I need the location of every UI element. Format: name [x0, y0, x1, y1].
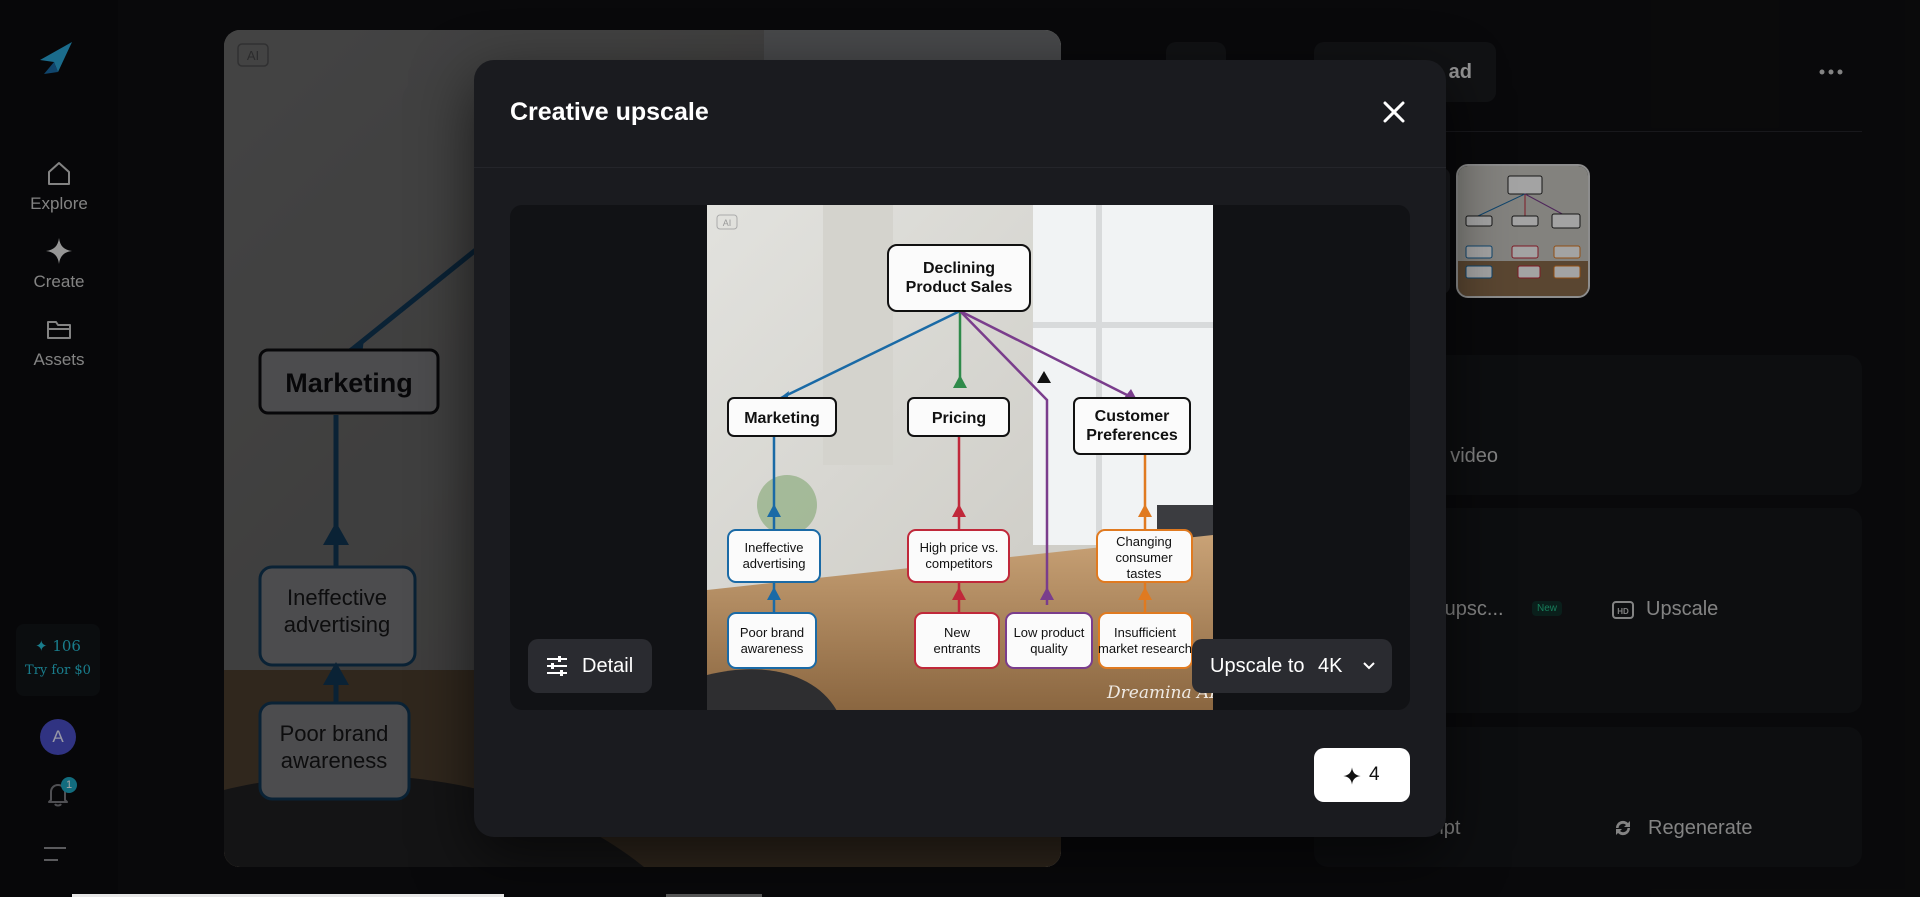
upscale-resolution-select[interactable]: Upscale to 4K [1192, 639, 1392, 693]
svg-text:Declining: Declining [923, 260, 995, 277]
svg-text:entrants: entrants [934, 641, 981, 656]
sparkle-icon [46, 238, 72, 264]
upscale-resolution-value: 4K [1318, 655, 1343, 677]
sparkle-icon [1343, 767, 1361, 785]
svg-text:New: New [944, 625, 971, 640]
preview-stage: AI Declining Product Sales Marketing Pri… [510, 205, 1410, 710]
svg-text:awareness: awareness [281, 748, 387, 773]
svg-text:Changing: Changing [1116, 534, 1172, 549]
credits-count: ✦ 106 [35, 637, 81, 655]
generate-button[interactable]: 4 [1314, 748, 1410, 802]
hd-icon: HD [1612, 601, 1634, 619]
svg-text:Poor brand: Poor brand [280, 721, 389, 746]
svg-text:High price vs.: High price vs. [920, 540, 999, 555]
svg-text:market research: market research [1098, 641, 1192, 656]
credits-panel[interactable]: ✦ 106 Try for $0 [16, 624, 100, 696]
close-icon[interactable] [1380, 98, 1408, 126]
svg-text:advertising: advertising [284, 612, 390, 637]
preview-ai-badge: AI [723, 218, 732, 228]
detail-button-label: Detail [582, 655, 634, 677]
preview-category-marketing: Marketing [744, 410, 820, 427]
dreamina-logo[interactable] [36, 38, 76, 78]
nav-assets-label: Assets [33, 350, 85, 369]
svg-text:HD: HD [1617, 607, 1629, 616]
regenerate-option[interactable]: Regenerate [1648, 817, 1753, 840]
svg-text:Ineffective: Ineffective [287, 585, 387, 610]
nav-assets[interactable]: Assets [19, 314, 99, 370]
svg-text:competitors: competitors [925, 556, 993, 571]
svg-text:tastes: tastes [1127, 566, 1162, 581]
home-icon [48, 162, 70, 185]
svg-text:advertising: advertising [743, 556, 806, 571]
credits-count-value: 106 [52, 637, 81, 655]
chevron-down-icon [1363, 662, 1375, 670]
svg-text:quality: quality [1030, 641, 1068, 656]
svg-text:Ineffective: Ineffective [744, 540, 803, 555]
nav-create[interactable]: Create [19, 236, 99, 292]
left-sidebar: Explore Create Assets ✦ 106 Try for $0 A… [0, 0, 118, 897]
preview-image: AI Declining Product Sales Marketing Pri… [707, 205, 1213, 710]
nav-create-label: Create [33, 272, 85, 291]
avatar[interactable]: A [40, 719, 76, 755]
generate-cost: 4 [1369, 764, 1380, 785]
modal-divider [474, 167, 1446, 168]
svg-text:Low product: Low product [1014, 625, 1085, 640]
bg-node-marketing: Marketing [285, 368, 413, 398]
detail-button[interactable]: Detail [528, 639, 652, 693]
thumbnail-diagram [1458, 166, 1588, 296]
notification-badge: 1 [61, 777, 77, 793]
svg-text:Product Sales: Product Sales [906, 279, 1013, 296]
sliders-icon [547, 656, 567, 676]
folder-icon [47, 321, 71, 339]
upscale-option[interactable]: Upscale [1646, 598, 1718, 621]
new-badge: New [1532, 601, 1563, 616]
menu-icon[interactable] [44, 846, 68, 862]
preview-category-pricing: Pricing [932, 410, 986, 427]
thumbnail-2-selected[interactable] [1456, 164, 1590, 298]
nav-explore-label: Explore [30, 194, 88, 213]
svg-text:Poor brand: Poor brand [740, 625, 804, 640]
nav-explore[interactable]: Explore [19, 158, 99, 214]
upscale-to-label: Upscale to [1210, 655, 1305, 677]
more-options-icon[interactable] [1818, 60, 1844, 84]
svg-text:awareness: awareness [741, 641, 804, 656]
regenerate-icon [1615, 820, 1631, 836]
bg-ai-badge: AI [247, 48, 259, 63]
svg-text:consumer: consumer [1115, 550, 1173, 565]
creative-upscale-modal: Creative upscale AI Declining Product Sa… [474, 60, 1446, 837]
svg-text:Customer: Customer [1095, 408, 1170, 425]
svg-text:Insufficient: Insufficient [1114, 625, 1176, 640]
modal-title: Creative upscale [510, 98, 709, 126]
try-for-free-link[interactable]: Try for $0 [16, 663, 100, 678]
svg-text:Preferences: Preferences [1086, 427, 1178, 444]
